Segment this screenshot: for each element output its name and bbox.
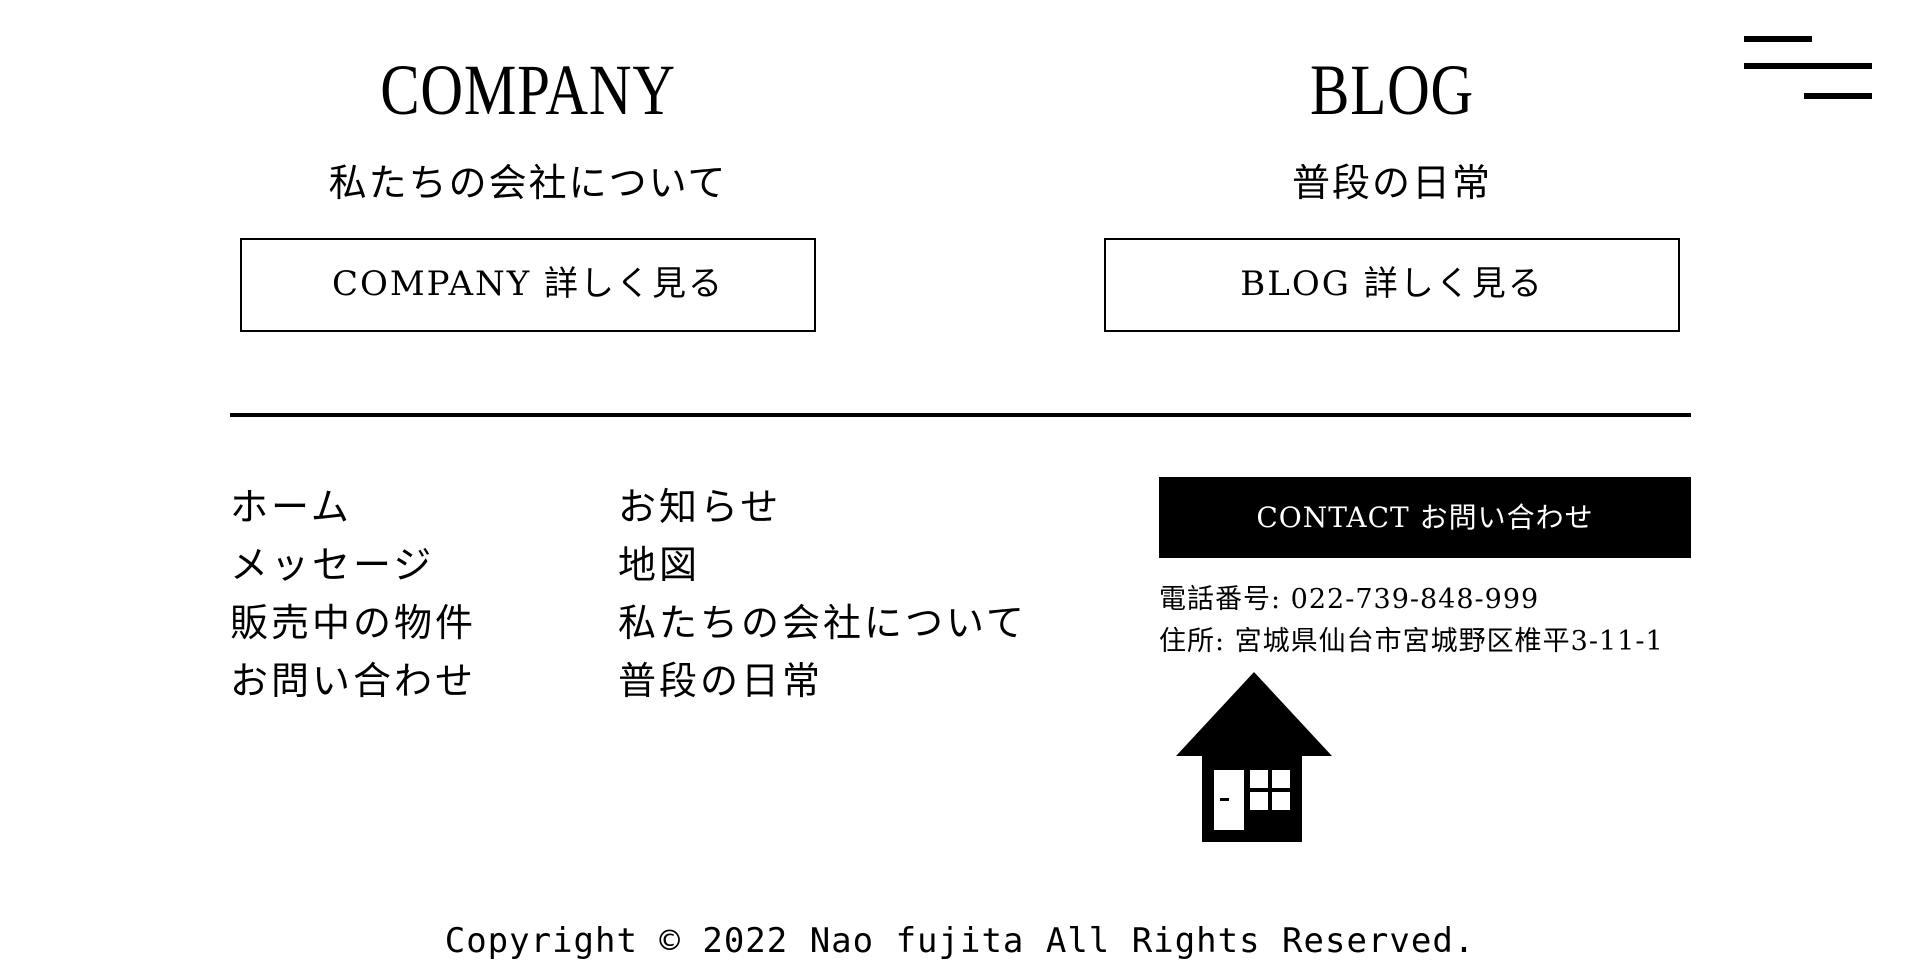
footer-nav-daily[interactable]: 普段の日常 bbox=[618, 652, 1027, 710]
address: 住所: 宮城県仙台市宮城野区椎平3-11-1 bbox=[1159, 626, 1664, 657]
copyright: Copyright © 2022 Nao fujita All Rights R… bbox=[444, 921, 1476, 961]
menu-bar-middle bbox=[1744, 63, 1872, 69]
blog-title: BLOG bbox=[1310, 50, 1474, 130]
company-subtitle: 私たちの会社について bbox=[328, 161, 728, 205]
contact-button[interactable]: CONTACT お問い合わせ bbox=[1159, 477, 1691, 558]
page: COMPANY 私たちの会社について COMPANY 詳しく見る BLOG 普段… bbox=[0, 0, 1920, 972]
company-section: COMPANY 私たちの会社について COMPANY 詳しく見る bbox=[240, 40, 816, 332]
blog-subtitle: 普段の日常 bbox=[1291, 161, 1492, 205]
blog-section: BLOG 普段の日常 BLOG 詳しく見る bbox=[1104, 40, 1680, 332]
footer-nav-map[interactable]: 地図 bbox=[618, 536, 1027, 594]
footer-nav-news[interactable]: お知らせ bbox=[618, 478, 1027, 536]
footer-nav-message[interactable]: メッセージ bbox=[230, 536, 476, 594]
blog-more-button[interactable]: BLOG 詳しく見る bbox=[1104, 238, 1680, 332]
footer-nav-column-1: ホーム メッセージ 販売中の物件 お問い合わせ bbox=[230, 478, 476, 710]
company-title: COMPANY bbox=[380, 50, 676, 130]
company-more-button[interactable]: COMPANY 詳しく見る bbox=[240, 238, 816, 332]
footer-nav-home[interactable]: ホーム bbox=[230, 478, 476, 536]
menu-bar-top bbox=[1744, 36, 1812, 42]
footer-nav-about[interactable]: 私たちの会社について bbox=[618, 594, 1027, 652]
footer-divider bbox=[230, 413, 1691, 417]
phone-number: 電話番号: 022-739-848-999 bbox=[1159, 584, 1540, 615]
menu-bar-bottom bbox=[1804, 93, 1872, 99]
footer-nav-properties[interactable]: 販売中の物件 bbox=[230, 594, 476, 652]
house-icon bbox=[1176, 672, 1332, 842]
footer-nav-column-2: お知らせ 地図 私たちの会社について 普段の日常 bbox=[618, 478, 1027, 710]
hamburger-menu-icon[interactable] bbox=[1744, 32, 1876, 104]
footer-nav-inquiry[interactable]: お問い合わせ bbox=[230, 652, 476, 710]
